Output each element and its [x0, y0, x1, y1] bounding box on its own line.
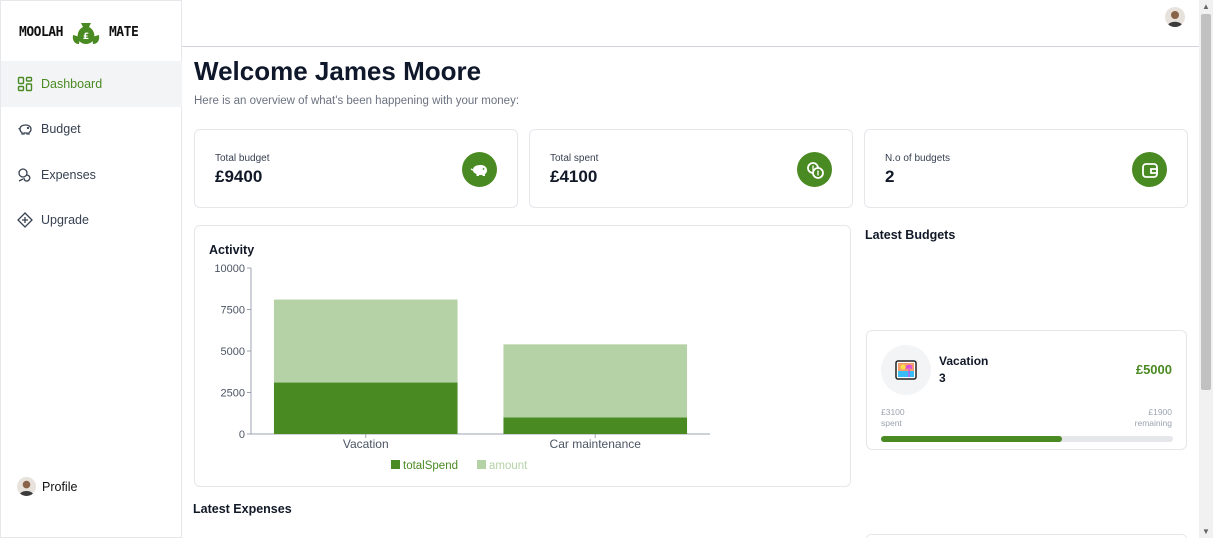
stat-card-number-of-budgets: N.o of budgets 2	[864, 129, 1188, 208]
page-subtitle: Here is an overview of what's been happe…	[194, 95, 520, 107]
app-logo[interactable]: MOOLAH £ MATE	[19, 17, 139, 47]
beach-picture-icon	[881, 345, 931, 395]
legend-swatch	[477, 460, 486, 469]
svg-text:£: £	[83, 32, 89, 42]
x-tick-label: Vacation	[343, 437, 389, 451]
piggy-bank-icon	[462, 152, 497, 187]
logo-text-right: MATE	[108, 24, 139, 40]
sidebar-item-budget[interactable]: Budget	[1, 107, 182, 153]
budget-spent-label: spent	[881, 418, 902, 428]
legend-label: totalSpend	[403, 460, 458, 472]
sidebar-nav: Dashboard Budget Expenses Upgrade	[1, 61, 182, 243]
money-bags-logo-icon: £	[72, 23, 100, 44]
budget-name: Vacation	[939, 354, 989, 368]
avatar	[17, 477, 36, 496]
stat-card-total-budget: Total budget £9400	[194, 129, 518, 208]
shield-plus-icon	[17, 212, 33, 229]
stat-label: Total spent	[550, 153, 599, 164]
profile-label: Profile	[42, 479, 78, 494]
legend-label: amount	[489, 460, 528, 472]
y-tick-label: 10000	[214, 263, 245, 275]
bar-amount	[503, 344, 688, 418]
stat-card-total-spent: Total spent £4100	[529, 129, 853, 208]
budget-card[interactable]: Vacation 3 £5000 £3100 spent £1900 remai…	[866, 330, 1187, 450]
budget-expense-count: 3	[939, 371, 946, 385]
latest-expenses-title: Latest Expenses	[193, 502, 292, 516]
scroll-down-arrow-icon[interactable]: ▼	[1202, 527, 1210, 536]
page-title: Welcome James Moore	[194, 56, 482, 86]
dashboard-grid-icon	[17, 76, 33, 91]
sidebar-item-label: Budget	[41, 122, 81, 137]
stat-value: £9400	[215, 167, 263, 186]
legend-swatch	[391, 460, 400, 469]
coins-icon	[18, 168, 31, 182]
y-tick-label: 0	[239, 429, 245, 441]
x-tick-label: Car maintenance	[550, 437, 642, 451]
activity-chart: 0 2500 5000 7500 10000 Vacation Car maintenanc…	[214, 263, 710, 472]
sidebar-item-expenses[interactable]: Expenses	[1, 152, 182, 198]
stat-label: N.o of budgets	[885, 153, 951, 164]
sidebar-item-label: Dashboard	[41, 76, 103, 91]
budget-card-partial[interactable]	[866, 534, 1187, 538]
sidebar: MOOLAH £ MATE Dashboard Budget Expenses …	[0, 0, 182, 538]
budget-progress-fill	[881, 436, 1063, 442]
sidebar-item-dashboard[interactable]: Dashboard	[1, 61, 182, 107]
stat-label: Total budget	[215, 153, 270, 164]
sidebar-profile[interactable]: Profile	[17, 477, 77, 496]
sidebar-item-label: Expenses	[41, 167, 96, 182]
scrollbar-thumb[interactable]	[1201, 14, 1211, 390]
user-avatar[interactable]	[1165, 7, 1185, 27]
y-tick-label: 7500	[221, 305, 245, 317]
budget-spent: £3100 spent	[881, 407, 905, 429]
scroll-up-arrow-icon[interactable]: ▲	[1202, 2, 1210, 11]
top-bar	[182, 0, 1199, 47]
y-tick-label: 2500	[221, 388, 245, 400]
budget-spent-value: £3100	[881, 407, 905, 417]
logo-text-left: MOOLAH	[19, 24, 63, 40]
budget-amount: £5000	[1135, 362, 1172, 377]
stat-value: £4100	[550, 167, 598, 186]
budget-remaining-label: remaining	[1134, 418, 1172, 428]
budget-remaining-value: £1900	[1148, 407, 1172, 417]
budget-progress-bar	[881, 436, 1173, 442]
y-tick-label: 5000	[221, 346, 245, 358]
sidebar-item-upgrade[interactable]: Upgrade	[1, 198, 182, 244]
piggy-bank-icon	[18, 124, 32, 135]
sidebar-item-label: Upgrade	[41, 213, 89, 228]
latest-budgets-title: Latest Budgets	[865, 228, 956, 242]
wallet-icon	[1132, 152, 1167, 187]
page-scrollbar[interactable]: ▲ ▼	[1199, 0, 1213, 538]
app-root: MOOLAH £ MATE Dashboard Budget Expenses …	[0, 0, 1213, 538]
bar-totalSpend	[273, 382, 458, 434]
bar-totalSpend	[503, 417, 688, 434]
coins-icon	[797, 152, 832, 187]
stat-value: 2	[885, 167, 895, 186]
bar-amount	[273, 299, 458, 383]
activity-chart-card: Activity 0 2500 5000 7500 10000 Vacation Car m…	[194, 225, 851, 487]
budget-remaining: £1900 remaining	[1135, 407, 1172, 429]
